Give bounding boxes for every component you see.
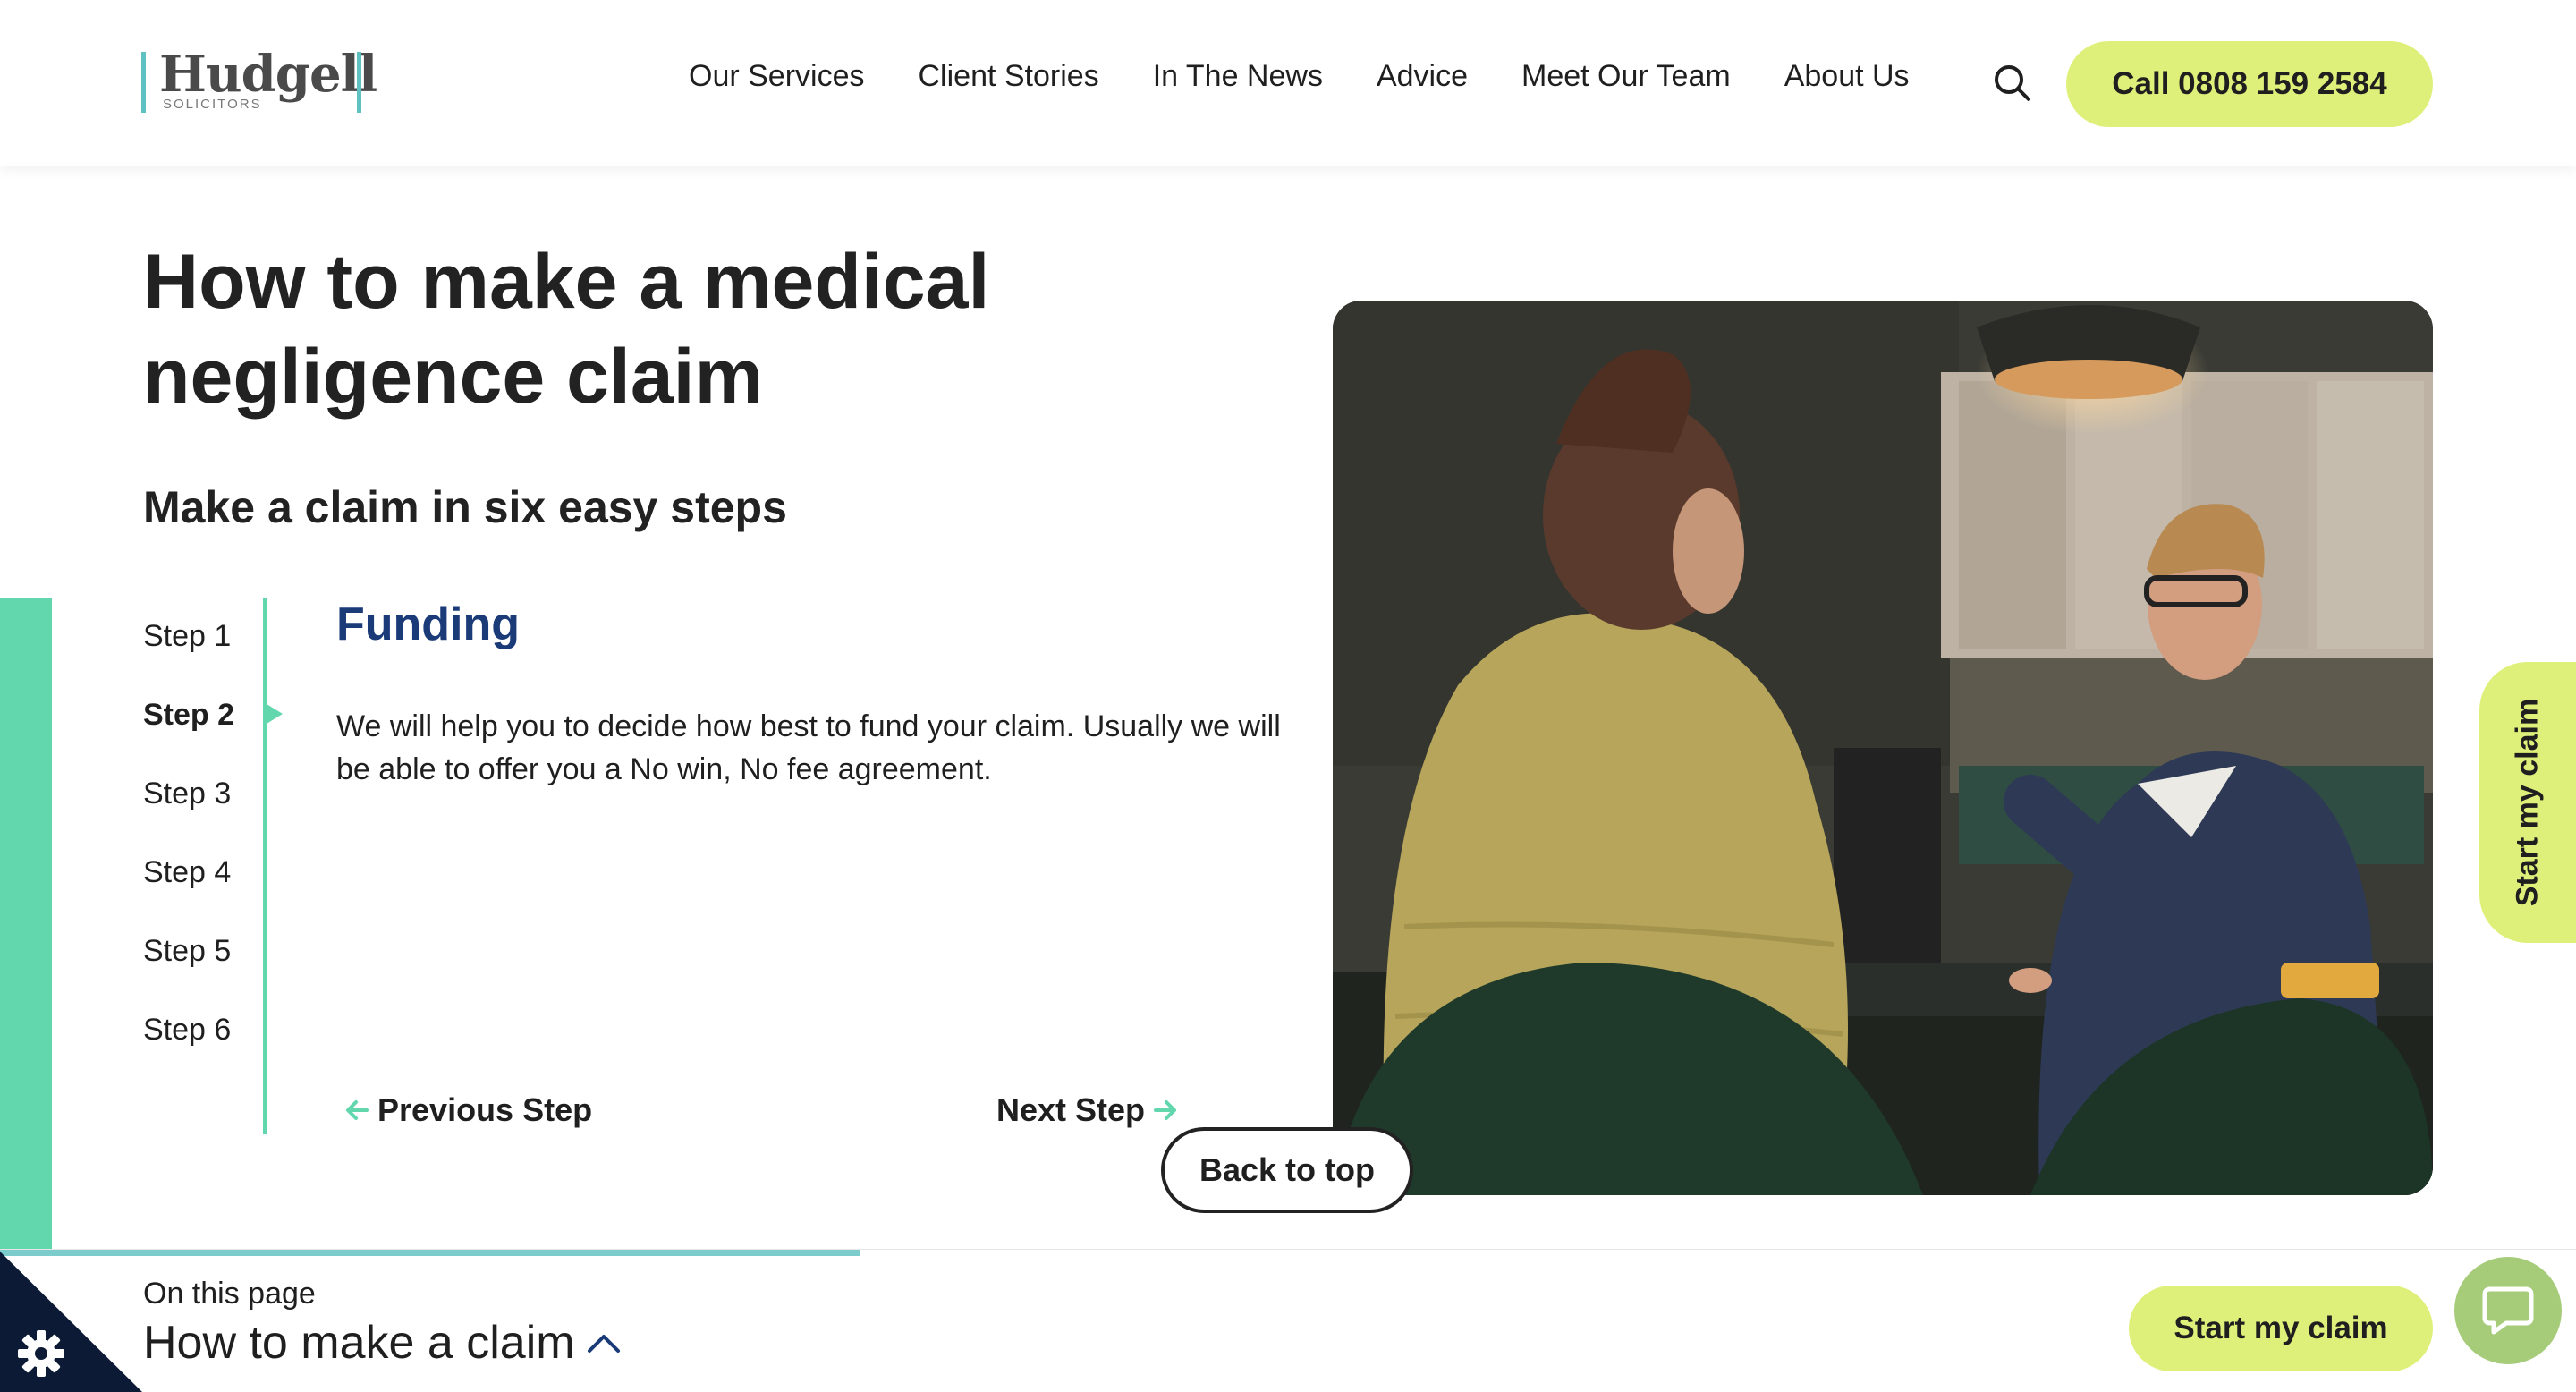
step-3[interactable]: Step 3 bbox=[143, 773, 234, 852]
page-title: How to make a medical negligence claim bbox=[143, 239, 990, 420]
nav-in-the-news[interactable]: In The News bbox=[1153, 59, 1323, 94]
next-step-button[interactable]: Next Step bbox=[996, 1091, 1179, 1129]
on-this-page-bar: On this page How to make a claim Start m… bbox=[0, 1249, 2576, 1392]
search-icon[interactable] bbox=[1993, 64, 2032, 103]
nav-our-services[interactable]: Our Services bbox=[689, 59, 865, 94]
logo-wordmark: Hudgell bbox=[159, 45, 377, 104]
nav-meet-our-team[interactable]: Meet Our Team bbox=[1521, 59, 1731, 94]
back-to-top-button[interactable]: Back to top bbox=[1161, 1127, 1413, 1213]
step-2[interactable]: Step 2 bbox=[143, 694, 234, 773]
chat-icon bbox=[2482, 1286, 2534, 1335]
step-4[interactable]: Step 4 bbox=[143, 852, 234, 930]
steps-list: Step 1 Step 2 Step 3 Step 4 Step 5 Step … bbox=[143, 615, 234, 1088]
next-step-label: Next Step bbox=[996, 1091, 1146, 1128]
active-step-marker bbox=[267, 704, 283, 724]
photo-illustration bbox=[1333, 301, 2433, 1195]
arrow-right-icon bbox=[1154, 1100, 1177, 1120]
arrow-left-icon bbox=[346, 1100, 369, 1120]
cookie-settings-button[interactable] bbox=[0, 1252, 143, 1392]
site-header: Hudgell SOLICITORS Our Services Client S… bbox=[0, 0, 2576, 166]
nav-advice[interactable]: Advice bbox=[1377, 59, 1468, 94]
step-description: We will help you to decide how best to f… bbox=[336, 709, 1281, 786]
previous-step-label: Previous Step bbox=[377, 1091, 593, 1128]
logo-bar-right bbox=[357, 52, 361, 113]
on-this-page-label: On this page bbox=[143, 1277, 316, 1311]
hero-photo bbox=[1333, 301, 2433, 1195]
start-my-claim-side-tab[interactable]: Start my claim bbox=[2479, 662, 2576, 943]
start-my-claim-button[interactable]: Start my claim bbox=[2129, 1286, 2433, 1371]
step-heading: Funding bbox=[336, 598, 521, 650]
call-button[interactable]: Call 0808 159 2584 bbox=[2066, 41, 2433, 127]
current-section-label: How to make a claim bbox=[143, 1317, 575, 1369]
previous-step-button[interactable]: Previous Step bbox=[343, 1091, 592, 1129]
step-1[interactable]: Step 1 bbox=[143, 615, 234, 694]
page-subtitle: Make a claim in six easy steps bbox=[143, 482, 787, 532]
chat-button[interactable] bbox=[2454, 1257, 2562, 1364]
logo-subtitle: SOLICITORS bbox=[163, 97, 262, 112]
step-6[interactable]: Step 6 bbox=[143, 1009, 234, 1088]
gear-icon bbox=[18, 1330, 64, 1377]
main-nav: Our Services Client Stories In The News … bbox=[689, 59, 1910, 94]
side-tab-label: Start my claim bbox=[2510, 698, 2545, 907]
steps-divider bbox=[263, 598, 267, 1134]
chevron-up-icon bbox=[587, 1335, 620, 1353]
step-5[interactable]: Step 5 bbox=[143, 930, 234, 1009]
nav-about-us[interactable]: About Us bbox=[1784, 59, 1910, 94]
logo[interactable]: Hudgell SOLICITORS bbox=[141, 45, 377, 116]
accent-bar bbox=[0, 598, 52, 1258]
logo-bar-left bbox=[141, 52, 146, 113]
section-selector[interactable]: How to make a claim bbox=[143, 1316, 622, 1370]
nav-client-stories[interactable]: Client Stories bbox=[919, 59, 1099, 94]
